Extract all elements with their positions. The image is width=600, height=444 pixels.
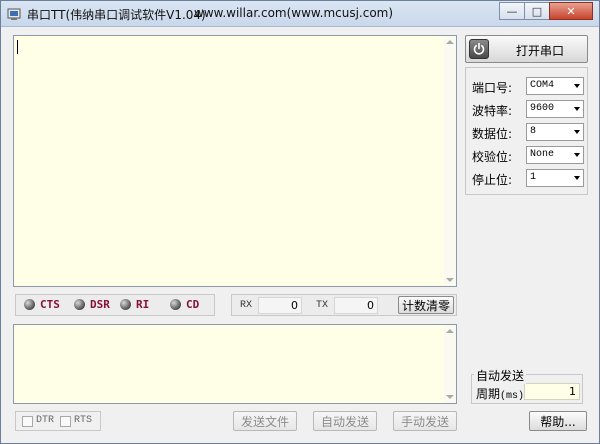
databits-label: 数据位: <box>472 127 513 141</box>
period-text: 周期 <box>476 387 501 401</box>
open-port-button[interactable]: 打开串口 <box>465 35 588 63</box>
port-settings-group: 端口号: COM4 波特率: 9600 数据位: 8 校验位: None 停止位… <box>465 67 588 195</box>
period-label: 周期(ms) <box>476 385 524 402</box>
rts-label: RTS <box>74 415 93 426</box>
baud-value: 9600 <box>530 103 555 114</box>
send-file-button[interactable]: 发送文件 <box>233 411 297 431</box>
window-controls: — □ ✕ <box>499 2 593 20</box>
dropdown-arrow-icon <box>574 84 580 88</box>
send-textarea[interactable] <box>13 324 457 404</box>
dropdown-arrow-icon <box>574 107 580 111</box>
setting-parity: 校验位: None <box>472 146 584 164</box>
cts-indicator: CTS <box>24 298 60 311</box>
parity-select[interactable]: None <box>526 146 584 164</box>
maximize-button[interactable]: □ <box>524 2 550 20</box>
parity-label: 校验位: <box>472 150 513 164</box>
period-unit: (ms) <box>500 391 525 402</box>
cd-led-icon <box>170 299 181 310</box>
setting-port: 端口号: COM4 <box>472 77 584 95</box>
cts-led-icon <box>24 299 35 310</box>
ri-indicator: RI <box>120 298 149 311</box>
scroll-down-arrow-icon[interactable] <box>446 395 454 399</box>
counter-group: RX 0 TX 0 计数清零 <box>231 294 457 316</box>
period-input[interactable]: 1 <box>524 383 580 400</box>
auto-send-button[interactable]: 自动发送 <box>313 411 377 431</box>
tx-label: TX <box>316 300 329 311</box>
baud-label: 波特率: <box>472 104 513 118</box>
rts-checkbox[interactable] <box>60 416 71 427</box>
receive-textarea[interactable] <box>13 35 457 287</box>
stopbits-select[interactable]: 1 <box>526 169 584 187</box>
receive-scrollbar[interactable] <box>444 36 456 286</box>
setting-stopbits: 停止位: 1 <box>472 169 584 187</box>
stopbits-value: 1 <box>530 172 537 183</box>
scroll-up-arrow-icon[interactable] <box>446 329 454 333</box>
port-label: 端口号: <box>472 81 513 95</box>
rx-count: 0 <box>258 297 302 314</box>
window-title: 串口TT(伟纳串口调试软件V1.04) <box>27 8 206 22</box>
text-caret <box>17 40 18 54</box>
power-icon <box>469 39 489 59</box>
port-select[interactable]: COM4 <box>526 77 584 95</box>
dtr-label: DTR <box>36 415 55 426</box>
databits-select[interactable]: 8 <box>526 123 584 141</box>
dsr-label: DSR <box>90 298 110 311</box>
manual-send-button[interactable]: 手动发送 <box>393 411 457 431</box>
reset-count-button[interactable]: 计数清零 <box>398 296 454 314</box>
open-port-label: 打开串口 <box>516 44 565 58</box>
cd-label: CD <box>186 298 200 311</box>
cd-indicator: CD <box>170 298 199 311</box>
auto-send-title: 自动发送 <box>474 367 527 384</box>
stopbits-label: 停止位: <box>472 173 513 187</box>
window-site: www.willar.com(www.mcusj.com) <box>194 6 394 20</box>
setting-baud: 波特率: 9600 <box>472 100 584 118</box>
rx-label: RX <box>240 300 253 311</box>
dropdown-arrow-icon <box>574 130 580 134</box>
dropdown-arrow-icon <box>574 176 580 180</box>
help-button[interactable]: 帮助... <box>529 411 587 431</box>
baud-select[interactable]: 9600 <box>526 100 584 118</box>
dtr-rts-group: DTR RTS <box>15 411 101 431</box>
cts-label: CTS <box>40 298 60 311</box>
port-value: COM4 <box>530 80 555 91</box>
title-bar[interactable]: 串口TT(伟纳串口调试软件V1.04) www.willar.com(www.m… <box>1 1 599 27</box>
close-button[interactable]: ✕ <box>549 2 593 20</box>
main-window: 串口TT(伟纳串口调试软件V1.04) www.willar.com(www.m… <box>0 0 600 444</box>
ri-led-icon <box>120 299 131 310</box>
app-icon <box>7 8 21 20</box>
scroll-up-arrow-icon[interactable] <box>446 40 454 44</box>
dtr-checkbox[interactable] <box>22 416 33 427</box>
minimize-button[interactable]: — <box>499 2 525 20</box>
databits-value: 8 <box>530 126 537 137</box>
parity-value: None <box>530 149 555 160</box>
setting-databits: 数据位: 8 <box>472 123 584 141</box>
scroll-down-arrow-icon[interactable] <box>446 278 454 282</box>
dropdown-arrow-icon <box>574 153 580 157</box>
dsr-led-icon <box>74 299 85 310</box>
line-status-group: CTS DSR RI CD <box>15 294 215 316</box>
dsr-indicator: DSR <box>74 298 110 311</box>
tx-count: 0 <box>334 297 378 314</box>
ri-label: RI <box>136 298 150 311</box>
send-scrollbar[interactable] <box>444 325 456 403</box>
